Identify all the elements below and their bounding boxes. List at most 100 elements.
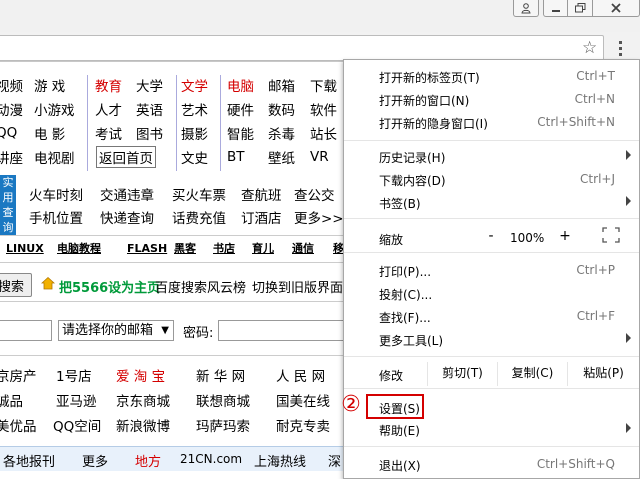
paste-button[interactable]: 粘贴(P) [567, 362, 639, 386]
site-link[interactable]: 美优品 [0, 415, 37, 435]
cut-button[interactable]: 剪切(T) [427, 362, 497, 386]
nav-link[interactable]: 电 影 [34, 123, 65, 143]
tech-link[interactable]: 书店 [213, 240, 235, 256]
nav-link[interactable]: QQ [0, 125, 17, 141]
practical-link[interactable]: 订酒店 [241, 207, 282, 227]
nav-link[interactable]: 摄影 [181, 123, 208, 143]
tech-link[interactable]: LINUX [6, 242, 44, 255]
nav-link[interactable]: 教育 [95, 75, 122, 95]
nav-link[interactable]: 数码 [268, 99, 295, 119]
tech-link[interactable]: 黑客 [174, 240, 196, 256]
bookmark-star-icon[interactable]: ☆ [582, 38, 597, 58]
old-version-link[interactable]: 切换到旧版界面 [252, 277, 343, 296]
set-homepage-link[interactable]: 把5566设为主页 [59, 277, 160, 296]
nav-link[interactable]: 电视剧 [34, 147, 75, 167]
minimize-icon[interactable] [543, 0, 568, 17]
fullscreen-icon[interactable] [602, 227, 620, 243]
tech-link[interactable]: 通信 [292, 240, 314, 256]
site-link[interactable]: 国美在线 [276, 390, 330, 410]
menu-item-more-tools[interactable]: 更多工具(L) [344, 328, 639, 351]
nav-link[interactable]: 讲座 [0, 147, 23, 167]
nav-link[interactable]: 壁纸 [268, 147, 295, 167]
close-icon[interactable] [592, 0, 640, 17]
nav-link[interactable]: 智能 [227, 123, 254, 143]
nav-link[interactable]: 视频 [0, 75, 23, 95]
bottom-link[interactable]: 上海热线 [254, 451, 306, 470]
user-icon[interactable] [513, 0, 539, 17]
menu-item-cast[interactable]: 投射(C)... [344, 282, 639, 305]
nav-link[interactable]: 人才 [95, 99, 122, 119]
nav-link[interactable]: 邮箱 [268, 75, 295, 95]
nav-link[interactable]: 大学 [136, 75, 163, 95]
site-link[interactable]: 新浪微博 [116, 415, 170, 435]
practical-link[interactable]: 查航班 [241, 184, 282, 204]
menu-item-print[interactable]: 打印(P)... Ctrl+P [344, 259, 639, 282]
nav-link[interactable]: BT [227, 149, 245, 165]
back-home-link[interactable]: 返回首页 [96, 146, 156, 168]
bottom-link[interactable]: 地方 [135, 451, 161, 470]
nav-link[interactable]: 游 戏 [34, 75, 65, 95]
menu-icon[interactable] [612, 38, 628, 58]
practical-link[interactable]: 买火车票 [172, 184, 226, 204]
site-link[interactable]: 亚马逊 [56, 390, 97, 410]
nav-link[interactable]: 文史 [181, 147, 208, 167]
menu-item-new-window[interactable]: 打开新的窗口(N) Ctrl+N [344, 88, 639, 111]
zoom-in-button[interactable]: + [557, 228, 573, 244]
email-provider-select[interactable]: 请选择你的邮箱 ▼ [58, 320, 174, 341]
nav-link[interactable]: 站长 [310, 123, 337, 143]
bottom-link[interactable]: 更多 [82, 451, 108, 470]
menu-item-exit[interactable]: 退出(X) Ctrl+Shift+Q [344, 453, 639, 476]
nav-link[interactable]: 硬件 [227, 99, 254, 119]
menu-item-downloads[interactable]: 下载内容(D) Ctrl+J [344, 168, 639, 191]
site-link[interactable]: 新 华 网 [196, 365, 245, 385]
practical-link[interactable]: 手机位置 [29, 207, 83, 227]
site-link[interactable]: 京东商城 [116, 390, 170, 410]
nav-link[interactable]: 英语 [136, 99, 163, 119]
practical-link[interactable]: 交通违章 [100, 184, 154, 204]
site-link[interactable]: 联想商城 [196, 390, 250, 410]
tech-link[interactable]: FLASH [127, 242, 167, 255]
bottom-link[interactable]: 21CN.com [180, 452, 242, 466]
bottom-link[interactable]: 深 [328, 451, 341, 470]
menu-item-bookmarks[interactable]: 书签(B) [344, 191, 639, 214]
practical-link[interactable]: 查公交 [294, 184, 335, 204]
nav-link[interactable]: 小游戏 [34, 99, 75, 119]
practical-link[interactable]: 话费充值 [172, 207, 226, 227]
nav-link[interactable]: 下载 [310, 75, 337, 95]
site-link[interactable]: 玛萨玛索 [196, 415, 250, 435]
nav-link[interactable]: 动漫 [0, 99, 23, 119]
search-button[interactable]: 搜索 [0, 273, 32, 297]
menu-item-new-tab[interactable]: 打开新的标签页(T) Ctrl+T [344, 65, 639, 88]
menu-item-find[interactable]: 查找(F)... Ctrl+F [344, 305, 639, 328]
copy-button[interactable]: 复制(C) [497, 362, 567, 386]
site-link[interactable]: 人 民 网 [276, 365, 325, 385]
email-username-input[interactable] [0, 320, 52, 341]
site-link[interactable]: 诚品 [0, 390, 23, 410]
password-input[interactable] [218, 320, 348, 341]
menu-item-incognito[interactable]: 打开新的隐身窗口(I) Ctrl+Shift+N [344, 111, 639, 134]
baidu-cloud-link[interactable]: 百度搜索风云榜 [155, 277, 246, 296]
practical-link[interactable]: 更多>> [294, 207, 344, 227]
site-link[interactable]: 1号店 [56, 365, 92, 385]
site-link[interactable]: 耐克专卖 [276, 415, 330, 435]
tech-link[interactable]: 电脑教程 [57, 240, 101, 256]
nav-link[interactable]: 杀毒 [268, 123, 295, 143]
address-bar[interactable] [0, 35, 604, 61]
zoom-out-button[interactable]: - [483, 228, 499, 244]
practical-link[interactable]: 快递查询 [100, 207, 154, 227]
nav-link[interactable]: 考试 [95, 123, 122, 143]
site-link[interactable]: 爱 淘 宝 [116, 365, 165, 385]
menu-item-history[interactable]: 历史记录(H) [344, 145, 639, 168]
nav-link[interactable]: 电脑 [227, 75, 254, 95]
bottom-link[interactable]: 各地报刊 [3, 451, 55, 470]
maximize-icon[interactable] [567, 0, 593, 17]
nav-link[interactable]: 软件 [310, 99, 337, 119]
nav-link[interactable]: VR [310, 149, 329, 165]
menu-item-help[interactable]: 帮助(E) [344, 418, 639, 441]
nav-link[interactable]: 图书 [136, 123, 163, 143]
practical-link[interactable]: 火车时刻 [29, 184, 83, 204]
nav-link[interactable]: 艺术 [181, 99, 208, 119]
site-link[interactable]: QQ空间 [53, 415, 101, 435]
tech-link[interactable]: 育儿 [252, 240, 274, 256]
nav-link[interactable]: 文学 [181, 75, 208, 95]
